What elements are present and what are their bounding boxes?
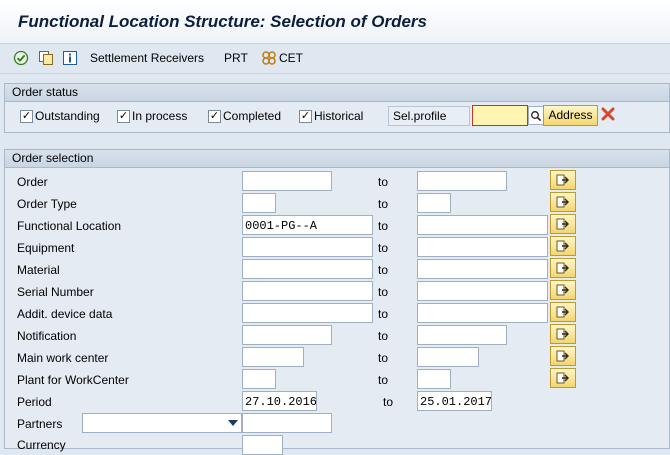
search-help-icon[interactable]: [528, 106, 544, 125]
material-from-input[interactable]: [242, 259, 373, 279]
outstanding-label: Outstanding: [35, 109, 100, 123]
sel-profile-input[interactable]: [472, 105, 528, 126]
notification-from-input[interactable]: [242, 325, 332, 345]
serial-number-to-label: to: [378, 285, 389, 299]
order-status-heading: Order status: [5, 84, 669, 102]
period-to-input[interactable]: 25.01.2017: [417, 391, 492, 411]
order-selection-heading: Order selection: [5, 150, 669, 168]
serial-number-label: Serial Number: [17, 285, 94, 299]
main-work-center-multiple-selection-button[interactable]: [550, 346, 576, 366]
order-label: Order: [17, 175, 48, 189]
period-to-label: to: [383, 395, 394, 409]
equipment-to-label: to: [378, 241, 389, 255]
equipment-to-input[interactable]: [417, 237, 548, 257]
main-work-center-label: Main work center: [17, 351, 109, 365]
order-type-multiple-selection-button[interactable]: [550, 192, 576, 212]
functional-location-multiple-selection-button[interactable]: [550, 214, 576, 234]
main-work-center-from-input[interactable]: [242, 347, 304, 367]
material-multiple-selection-button[interactable]: [550, 258, 576, 278]
plant-for-workcenter-to-input[interactable]: [417, 369, 451, 389]
chevron-down-icon: [228, 420, 238, 426]
order-to-input[interactable]: [417, 171, 507, 191]
period-from-input[interactable]: 27.10.2016: [242, 391, 317, 411]
period-label: Period: [17, 395, 52, 409]
partners-value-input[interactable]: [242, 413, 332, 433]
plant-for-workcenter-multiple-selection-button[interactable]: [550, 368, 576, 388]
historical-label: Historical: [314, 109, 364, 123]
addit-device-data-to-input[interactable]: [417, 303, 548, 323]
serial-number-to-input[interactable]: [417, 281, 548, 301]
info-icon[interactable]: [62, 50, 78, 66]
plant-for-workcenter-from-input[interactable]: [242, 369, 276, 389]
completed-label: Completed: [223, 109, 282, 123]
order-to-label: to: [378, 175, 389, 189]
notification-to-input[interactable]: [417, 325, 507, 345]
completed-checkbox[interactable]: ✓: [208, 110, 221, 123]
page-title: Functional Location Structure: Selection…: [18, 12, 427, 31]
material-to-label: to: [378, 263, 389, 277]
outstanding-checkbox[interactable]: ✓: [20, 110, 33, 123]
partners-role-select[interactable]: [82, 413, 242, 433]
equipment-multiple-selection-button[interactable]: [550, 236, 576, 256]
historical-checkbox[interactable]: ✓: [299, 110, 312, 123]
application-toolbar: Settlement Receivers PRT CET: [0, 44, 670, 74]
functional-location-to-input[interactable]: [417, 215, 548, 235]
functional-location-from-input[interactable]: 0001-PG--A: [242, 215, 373, 235]
copy-variant-icon[interactable]: [38, 50, 54, 66]
plant-for-workcenter-label: Plant for WorkCenter: [17, 373, 129, 387]
cet-button[interactable]: CET: [279, 51, 303, 65]
currency-input[interactable]: [242, 435, 283, 455]
addit-device-data-multiple-selection-button[interactable]: [550, 302, 576, 322]
order-type-to-label: to: [378, 197, 389, 211]
in-process-label: In process: [132, 109, 188, 123]
address-button[interactable]: Address: [543, 105, 598, 126]
plant-for-workcenter-to-label: to: [378, 373, 389, 387]
currency-label: Currency: [17, 438, 66, 452]
functional-location-label: Functional Location: [17, 219, 122, 233]
notification-multiple-selection-button[interactable]: [550, 324, 576, 344]
cet-icon[interactable]: [261, 50, 277, 66]
material-label: Material: [17, 263, 60, 277]
order-multiple-selection-button[interactable]: [550, 170, 576, 190]
notification-label: Notification: [17, 329, 77, 343]
equipment-from-input[interactable]: [242, 237, 373, 257]
main-work-center-to-label: to: [378, 351, 389, 365]
addit-device-data-to-label: to: [378, 307, 389, 321]
order-type-label: Order Type: [17, 197, 77, 211]
delete-icon[interactable]: [601, 107, 615, 121]
serial-number-multiple-selection-button[interactable]: [550, 280, 576, 300]
partners-label: Partners: [17, 417, 63, 431]
addit-device-data-from-input[interactable]: [242, 303, 373, 323]
order-type-to-input[interactable]: [417, 193, 451, 213]
in-process-checkbox[interactable]: ✓: [117, 110, 130, 123]
order-type-from-input[interactable]: [242, 193, 276, 213]
sel-profile-label: Sel.profile: [388, 106, 470, 126]
functional-location-to-label: to: [378, 219, 389, 233]
settlement-receivers-button[interactable]: Settlement Receivers: [90, 51, 204, 65]
equipment-label: Equipment: [17, 241, 75, 255]
execute-icon[interactable]: [13, 50, 29, 66]
order-from-input[interactable]: [242, 171, 332, 191]
main-work-center-to-input[interactable]: [417, 347, 479, 367]
material-to-input[interactable]: [417, 259, 548, 279]
prt-button[interactable]: PRT: [224, 51, 248, 65]
addit-device-data-label: Addit. device data: [17, 307, 113, 321]
title-bar: Functional Location Structure: Selection…: [0, 0, 670, 44]
notification-to-label: to: [378, 329, 389, 343]
serial-number-from-input[interactable]: [242, 281, 373, 301]
